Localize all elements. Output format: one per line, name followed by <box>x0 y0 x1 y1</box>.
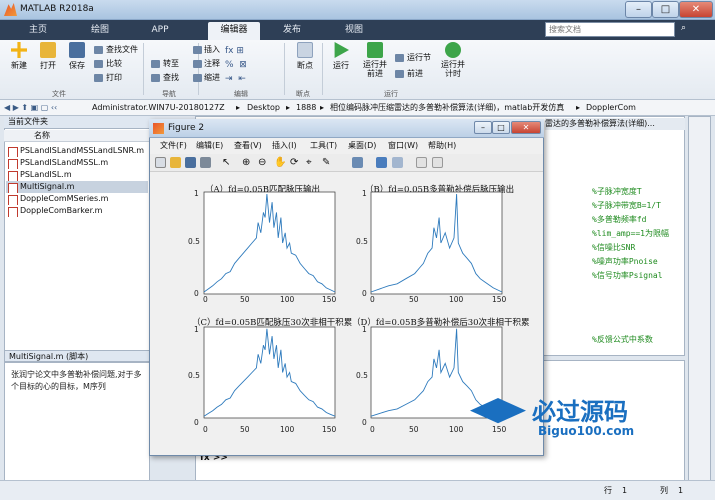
watermark-url: Biguo100.com <box>538 424 635 438</box>
watermark: 必过源码 Biguo100.com <box>470 392 680 452</box>
watermark-title: 必过源码 <box>532 398 628 426</box>
graduation-cap-icon <box>470 398 526 424</box>
axes-box <box>370 191 503 295</box>
